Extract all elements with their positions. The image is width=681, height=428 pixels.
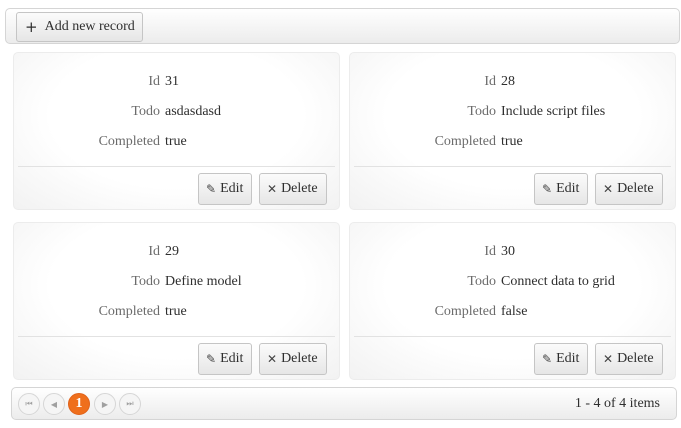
completed-label: Completed bbox=[98, 304, 160, 319]
record-card: Id 30 Todo Connect data to grid Complete… bbox=[349, 222, 676, 380]
id-value: 31 bbox=[165, 74, 179, 89]
toolbar: + Add new record bbox=[5, 8, 680, 44]
edit-button[interactable]: ✎ Edit bbox=[534, 173, 589, 205]
id-label: Id bbox=[484, 244, 496, 259]
todo-value: asdasdasd bbox=[165, 104, 221, 119]
record-card: Id 29 Todo Define model Completed true ✎… bbox=[13, 222, 340, 380]
record-card: Id 28 Todo Include script files Complete… bbox=[349, 52, 676, 210]
edit-label: Edit bbox=[220, 351, 244, 366]
completed-value: true bbox=[165, 304, 187, 319]
delete-label: Delete bbox=[617, 351, 654, 366]
edit-button[interactable]: ✎ Edit bbox=[198, 343, 253, 375]
completed-value: false bbox=[501, 304, 528, 319]
edit-button[interactable]: ✎ Edit bbox=[198, 173, 253, 205]
todo-label: Todo bbox=[131, 274, 160, 289]
completed-label: Completed bbox=[98, 134, 160, 149]
edit-label: Edit bbox=[220, 181, 244, 196]
edit-button[interactable]: ✎ Edit bbox=[534, 343, 589, 375]
close-icon: ✕ bbox=[267, 182, 278, 196]
pencil-icon: ✎ bbox=[542, 182, 553, 196]
edit-label: Edit bbox=[556, 181, 580, 196]
close-icon: ✕ bbox=[603, 182, 614, 196]
pencil-icon: ✎ bbox=[206, 182, 217, 196]
close-icon: ✕ bbox=[603, 352, 614, 366]
delete-button[interactable]: ✕ Delete bbox=[595, 173, 663, 205]
add-new-record-button[interactable]: + Add new record bbox=[16, 12, 143, 42]
completed-value: true bbox=[165, 134, 187, 149]
id-label: Id bbox=[148, 244, 160, 259]
next-page-icon[interactable]: ▶ bbox=[94, 393, 116, 415]
pager: ⏮ ◀ 1 ▶ ⏭ 1 - 4 of 4 items bbox=[11, 387, 677, 420]
edit-label: Edit bbox=[556, 351, 580, 366]
record-card: Id 31 Todo asdasdasd Completed true ✎ Ed… bbox=[13, 52, 340, 210]
card-divider bbox=[18, 336, 335, 337]
delete-button[interactable]: ✕ Delete bbox=[259, 343, 327, 375]
todo-label: Todo bbox=[467, 274, 496, 289]
pager-info: 1 - 4 of 4 items bbox=[574, 396, 660, 411]
previous-page-icon[interactable]: ◀ bbox=[43, 393, 65, 415]
delete-button[interactable]: ✕ Delete bbox=[259, 173, 327, 205]
todo-label: Todo bbox=[131, 104, 160, 119]
add-new-record-label: Add new record bbox=[44, 19, 135, 34]
last-page-icon[interactable]: ⏭ bbox=[119, 393, 141, 415]
delete-label: Delete bbox=[617, 181, 654, 196]
first-page-icon[interactable]: ⏮ bbox=[18, 393, 40, 415]
close-icon: ✕ bbox=[267, 352, 278, 366]
pencil-icon: ✎ bbox=[206, 352, 217, 366]
todo-value: Include script files bbox=[501, 104, 606, 119]
delete-button[interactable]: ✕ Delete bbox=[595, 343, 663, 375]
card-divider bbox=[354, 336, 671, 337]
id-value: 28 bbox=[501, 74, 515, 89]
completed-label: Completed bbox=[434, 134, 496, 149]
delete-label: Delete bbox=[281, 181, 318, 196]
id-value: 29 bbox=[165, 244, 179, 259]
todo-value: Define model bbox=[165, 274, 242, 289]
current-page-button[interactable]: 1 bbox=[68, 393, 90, 415]
pencil-icon: ✎ bbox=[542, 352, 553, 366]
plus-icon: + bbox=[25, 18, 38, 36]
todo-value: Connect data to grid bbox=[501, 274, 615, 289]
card-divider bbox=[18, 166, 335, 167]
todo-label: Todo bbox=[467, 104, 496, 119]
id-label: Id bbox=[148, 74, 160, 89]
id-label: Id bbox=[484, 74, 496, 89]
card-divider bbox=[354, 166, 671, 167]
completed-value: true bbox=[501, 134, 523, 149]
completed-label: Completed bbox=[434, 304, 496, 319]
id-value: 30 bbox=[501, 244, 515, 259]
delete-label: Delete bbox=[281, 351, 318, 366]
